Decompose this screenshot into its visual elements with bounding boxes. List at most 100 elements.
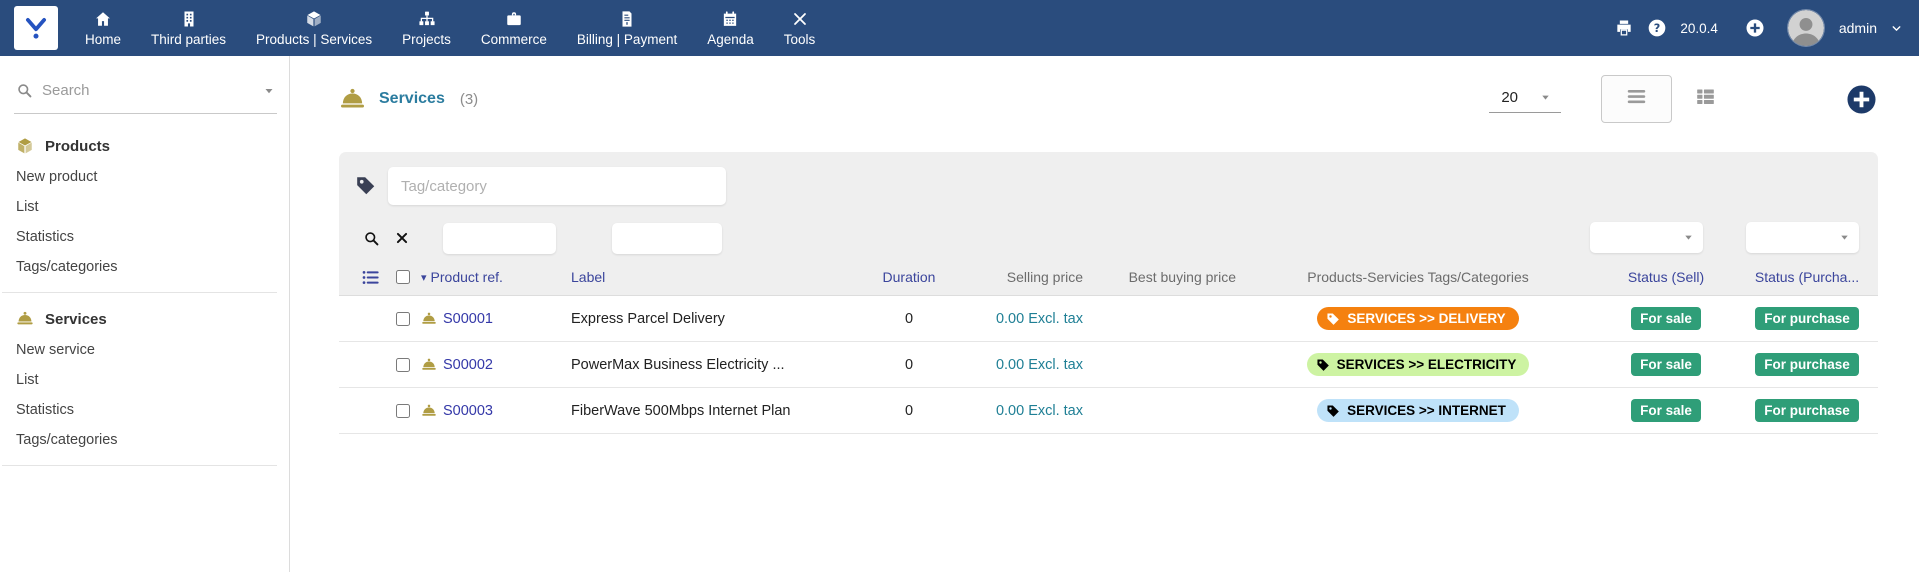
column-label: Label: [571, 269, 605, 285]
sidebar-sections: ProductsNew productListStatisticsTags/ca…: [0, 114, 289, 466]
tag-category-filter-input[interactable]: [388, 167, 726, 205]
menu-item-projects[interactable]: Projects: [387, 0, 466, 56]
kanban-view-button[interactable]: [1682, 76, 1729, 122]
tags-cell: SERVICES >> INTERNET: [1240, 399, 1596, 422]
table-row-s00001: S00001 Express Parcel Delivery 0 0.00 Ex…: [339, 296, 1878, 342]
column-header-selling-price[interactable]: Selling price: [957, 269, 1087, 285]
sidebar-divider: [2, 292, 277, 293]
product-label-cell: Express Parcel Delivery: [571, 311, 861, 327]
status-sell-filter-select[interactable]: [1590, 222, 1703, 253]
column-label: Selling price: [1007, 269, 1083, 285]
user-menu[interactable]: admin: [1839, 20, 1877, 36]
sidebar-item-services-statistics[interactable]: Statistics: [0, 395, 289, 425]
column-header-products-servicies-tags-categories[interactable]: Products-Servicies Tags/Categories: [1240, 269, 1596, 285]
menu-item-commerce[interactable]: Commerce: [466, 0, 562, 56]
calendar-icon: [721, 10, 739, 28]
menu-item-home[interactable]: Home: [70, 0, 136, 56]
cloche-icon: [16, 310, 34, 328]
apply-filter-icon[interactable]: [363, 230, 380, 247]
duration-cell: 0: [861, 311, 957, 327]
caret-down-icon: [1540, 92, 1551, 103]
tags-cell: SERVICES >> ELECTRICITY: [1240, 353, 1596, 376]
sidebar-section-header-services[interactable]: Services: [0, 301, 289, 335]
menu-item-label: Commerce: [481, 32, 547, 47]
status-purchase-filter-select[interactable]: [1746, 222, 1859, 253]
row-checkbox[interactable]: [396, 312, 410, 326]
building-icon: [180, 10, 198, 28]
status-purchase-cell: For purchase: [1736, 399, 1878, 422]
ref-filter-input[interactable]: [443, 223, 556, 254]
column-label: Status (Sell): [1628, 269, 1704, 285]
sidebar-item-services-new-service[interactable]: New service: [0, 335, 289, 365]
tag-icon: [355, 175, 376, 196]
clear-filter-icon[interactable]: [395, 231, 409, 245]
invoice-icon: [618, 10, 636, 28]
sidebar-item-products-new-product[interactable]: New product: [0, 162, 289, 192]
avatar[interactable]: [1788, 10, 1824, 46]
product-ref-cell: S00003: [421, 403, 571, 419]
help-icon[interactable]: [1647, 18, 1667, 38]
sidebar-item-services-tags-categories[interactable]: Tags/categories: [0, 425, 289, 455]
menu-item-tools[interactable]: Tools: [769, 0, 831, 56]
quick-add-icon[interactable]: [1745, 18, 1765, 38]
select-all-checkbox[interactable]: [396, 270, 410, 284]
menu-item-products-services[interactable]: Products | Services: [241, 0, 387, 56]
list-fields-icon[interactable]: [361, 268, 380, 287]
services-cloche-icon: [339, 86, 366, 113]
cloche-icon: [421, 357, 437, 373]
list-fields-cell: [339, 268, 385, 287]
record-count: (3): [460, 91, 478, 108]
kanban-view-icon: [1695, 86, 1716, 107]
product-ref-link[interactable]: S00003: [443, 403, 493, 419]
product-ref-link[interactable]: S00001: [443, 311, 493, 327]
search-icon: [16, 82, 33, 99]
status-sell-cell: For sale: [1596, 399, 1736, 422]
category-tag-badge[interactable]: SERVICES >> INTERNET: [1317, 399, 1519, 422]
column-header-status-purcha[interactable]: Status (Purcha...: [1736, 269, 1878, 285]
menu-item-billing-payment[interactable]: Billing | Payment: [562, 0, 692, 56]
search-caret-icon[interactable]: [263, 85, 275, 97]
column-label: Status (Purcha...: [1755, 269, 1859, 285]
sidebar-item-products-list[interactable]: List: [0, 192, 289, 222]
search-input[interactable]: [42, 82, 254, 99]
product-ref-link[interactable]: S00002: [443, 357, 493, 373]
status-purchase-badge: For purchase: [1755, 399, 1859, 422]
menu-item-third-parties[interactable]: Third parties: [136, 0, 241, 56]
row-checkbox[interactable]: [396, 404, 410, 418]
new-service-button[interactable]: [1845, 83, 1878, 116]
print-icon[interactable]: [1614, 18, 1634, 38]
category-tag-badge[interactable]: SERVICES >> DELIVERY: [1317, 307, 1518, 330]
selling-price-cell: 0.00 Excl. tax: [957, 403, 1087, 419]
label-filter-input[interactable]: [612, 223, 722, 254]
status-purchase-cell: For purchase: [1736, 307, 1878, 330]
chevron-down-icon[interactable]: [1890, 22, 1903, 35]
column-header-product-ref[interactable]: ▾Product ref.: [421, 269, 571, 285]
page-size-select[interactable]: 20: [1489, 86, 1561, 113]
caret-down-icon: [1683, 232, 1694, 243]
app-logo[interactable]: [14, 6, 58, 50]
menu-item-agenda[interactable]: Agenda: [692, 0, 769, 56]
column-header-status-sell[interactable]: Status (Sell): [1596, 269, 1736, 285]
status-purchase-cell: For purchase: [1736, 353, 1878, 376]
column-header-duration[interactable]: Duration: [861, 269, 957, 285]
select-all-cell: [385, 270, 421, 284]
sitemap-icon: [418, 10, 436, 28]
menu-item-label: Projects: [402, 32, 451, 47]
product-ref-cell: S00001: [421, 311, 571, 327]
column-header-best-buying-price[interactable]: Best buying price: [1087, 269, 1240, 285]
row-checkbox[interactable]: [396, 358, 410, 372]
sidebar-item-products-tags-categories[interactable]: Tags/categories: [0, 252, 289, 282]
sidebar-item-products-statistics[interactable]: Statistics: [0, 222, 289, 252]
selling-price-cell: 0.00 Excl. tax: [957, 311, 1087, 327]
sidebar-item-services-list[interactable]: List: [0, 365, 289, 395]
sidebar-section-title: Services: [45, 311, 107, 328]
column-header-label[interactable]: Label: [571, 269, 861, 285]
status-purchase-badge: For purchase: [1755, 353, 1859, 376]
tag-icon: [1316, 358, 1330, 372]
category-tag-badge[interactable]: SERVICES >> ELECTRICITY: [1307, 353, 1530, 376]
sidebar-section-header-products[interactable]: Products: [0, 128, 289, 162]
top-menu-bar: HomeThird partiesProducts | Services Proj…: [0, 0, 1919, 56]
topbar-right-tools: 20.0.4 admin: [1614, 0, 1919, 56]
list-view-button[interactable]: [1601, 75, 1672, 123]
cloche-icon: [421, 403, 437, 419]
